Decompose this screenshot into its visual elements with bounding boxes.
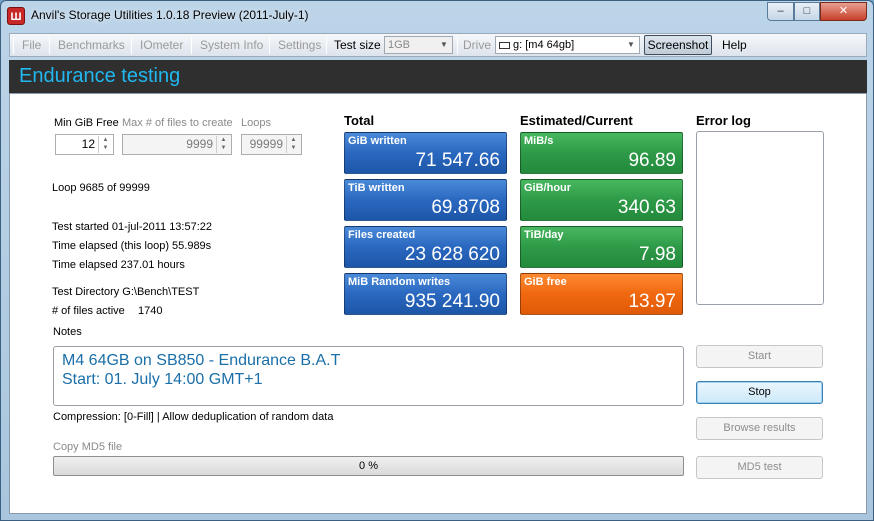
md5-test-button[interactable]: MD5 test bbox=[696, 456, 823, 479]
tile-value: 935 241.90 bbox=[404, 291, 500, 312]
max-files-value: 9999 bbox=[186, 137, 213, 151]
files-active-value: 1740 bbox=[138, 305, 163, 317]
main-panel: Min GiB Free Max # of files to create Lo… bbox=[9, 93, 867, 514]
notes-line: M4 64GB on SB850 - Endurance B.A.T bbox=[62, 352, 341, 369]
drive-select[interactable]: g: [m4 64gb] ▼ bbox=[495, 36, 640, 54]
menu-separator bbox=[191, 37, 192, 54]
loops-stepper[interactable]: 99999 ▲ ▼ bbox=[241, 134, 302, 155]
test-started: Test started 01-jul-2011 13:57:22 bbox=[52, 221, 213, 233]
menu-iometer[interactable]: IOmeter bbox=[140, 38, 183, 52]
tile-label: MiB Random writes bbox=[348, 276, 451, 288]
tile-value: 13.97 bbox=[628, 291, 676, 312]
tile-value: 340.63 bbox=[617, 197, 676, 218]
tile-tib-written: TiB written 69.8708 bbox=[344, 179, 507, 221]
tile-label: GiB written bbox=[348, 135, 407, 147]
menu-help[interactable]: Help bbox=[722, 38, 747, 52]
compression-info: Compression: [0-Fill] | Allow deduplicat… bbox=[53, 411, 334, 423]
window-title: Anvil's Storage Utilities 1.0.18 Preview… bbox=[31, 8, 309, 22]
md5-progress-bar: 0 % bbox=[53, 456, 684, 476]
notes-textarea[interactable]: M4 64GB on SB850 - Endurance B.A.T Start… bbox=[53, 346, 684, 406]
max-files-stepper[interactable]: 9999 ▲ ▼ bbox=[122, 134, 232, 155]
tile-files-created: Files created 23 628 620 bbox=[344, 226, 507, 268]
stepper-arrows-icon[interactable]: ▲ ▼ bbox=[216, 136, 230, 153]
loops-value: 99999 bbox=[249, 137, 283, 151]
start-button[interactable]: Start bbox=[696, 345, 823, 368]
min-gib-free-value: 12 bbox=[81, 137, 95, 151]
header-band: Endurance testing bbox=[9, 60, 867, 93]
tile-mib-per-s: MiB/s 96.89 bbox=[520, 132, 683, 174]
chevron-down-icon: ▼ bbox=[440, 40, 448, 49]
menu-file[interactable]: File bbox=[22, 38, 41, 52]
drive-value: g: [m4 64gb] bbox=[513, 39, 575, 51]
error-log-box[interactable] bbox=[696, 131, 824, 305]
chevron-down-icon: ▼ bbox=[627, 40, 635, 49]
menu-bar: File Benchmarks IOmeter System Info Sett… bbox=[9, 33, 867, 57]
time-elapsed-total: Time elapsed 237.01 hours bbox=[52, 259, 185, 271]
min-gib-free-stepper[interactable]: 12 ▲ ▼ bbox=[55, 134, 114, 155]
test-directory: Test Directory G:\Bench\TEST bbox=[52, 286, 200, 298]
tile-label: MiB/s bbox=[524, 135, 554, 147]
tile-value: 23 628 620 bbox=[404, 244, 500, 265]
estimated-heading: Estimated/Current bbox=[520, 113, 633, 128]
menu-system-info[interactable]: System Info bbox=[200, 38, 263, 52]
tile-label: Files created bbox=[348, 229, 416, 241]
test-size-value: 1GB bbox=[388, 39, 411, 51]
notes-label: Notes bbox=[53, 326, 82, 338]
screenshot-button[interactable]: Screenshot bbox=[644, 35, 712, 55]
copy-md5-label: Copy MD5 file bbox=[53, 441, 123, 453]
tile-label: TiB/day bbox=[524, 229, 564, 241]
tile-value: 96.89 bbox=[628, 150, 676, 171]
loop-status: Loop 9685 of 99999 bbox=[52, 182, 150, 194]
drive-label: Drive bbox=[463, 38, 492, 52]
total-heading: Total bbox=[344, 113, 375, 128]
tile-label: GiB free bbox=[524, 276, 567, 288]
tile-gib-free: GiB free 13.97 bbox=[520, 273, 683, 315]
progress-text: 0 % bbox=[359, 460, 378, 472]
tile-value: 69.8708 bbox=[431, 197, 500, 218]
test-size-select[interactable]: 1GB ▼ bbox=[384, 36, 453, 54]
menu-separator bbox=[49, 37, 50, 54]
menu-benchmarks[interactable]: Benchmarks bbox=[58, 38, 125, 52]
maximize-button[interactable]: □ bbox=[794, 2, 820, 21]
tile-gib-per-hour: GiB/hour 340.63 bbox=[520, 179, 683, 221]
tile-gib-written: GiB written 71 547.66 bbox=[344, 132, 507, 174]
menu-separator bbox=[457, 37, 458, 54]
stepper-arrows-icon[interactable]: ▲ ▼ bbox=[286, 136, 300, 153]
test-size-label: Test size bbox=[334, 38, 381, 52]
drive-icon bbox=[499, 42, 510, 49]
menu-separator bbox=[13, 37, 14, 54]
tile-label: TiB written bbox=[348, 182, 405, 194]
error-log-heading: Error log bbox=[696, 113, 751, 128]
menu-separator bbox=[269, 37, 270, 54]
menu-settings[interactable]: Settings bbox=[278, 38, 321, 52]
browse-results-button[interactable]: Browse results bbox=[696, 417, 823, 440]
min-gib-free-label: Min GiB Free bbox=[54, 117, 119, 129]
tile-value: 7.98 bbox=[639, 244, 676, 265]
tile-tib-per-day: TiB/day 7.98 bbox=[520, 226, 683, 268]
title-bar[interactable]: Ш Anvil's Storage Utilities 1.0.18 Previ… bbox=[1, 1, 873, 31]
loops-label: Loops bbox=[241, 117, 271, 129]
menu-separator bbox=[131, 37, 132, 54]
app-logo-icon: Ш bbox=[7, 7, 25, 25]
menu-separator bbox=[326, 37, 327, 54]
tile-value: 71 547.66 bbox=[415, 150, 500, 171]
page-title: Endurance testing bbox=[19, 65, 181, 87]
max-files-label: Max # of files to create bbox=[122, 117, 233, 129]
files-active-label: # of files active bbox=[52, 305, 125, 317]
stop-button[interactable]: Stop bbox=[696, 381, 823, 404]
time-elapsed-loop: Time elapsed (this loop) 55.989s bbox=[52, 240, 212, 252]
notes-line: Start: 01. July 14:00 GMT+1 bbox=[62, 371, 263, 388]
app-window: Ш Anvil's Storage Utilities 1.0.18 Previ… bbox=[0, 0, 874, 521]
tile-label: GiB/hour bbox=[524, 182, 572, 194]
minimize-button[interactable]: – bbox=[767, 2, 794, 21]
stepper-arrows-icon[interactable]: ▲ ▼ bbox=[98, 136, 112, 153]
tile-mib-random-writes: MiB Random writes 935 241.90 bbox=[344, 273, 507, 315]
close-button[interactable]: ✕ bbox=[820, 2, 867, 21]
